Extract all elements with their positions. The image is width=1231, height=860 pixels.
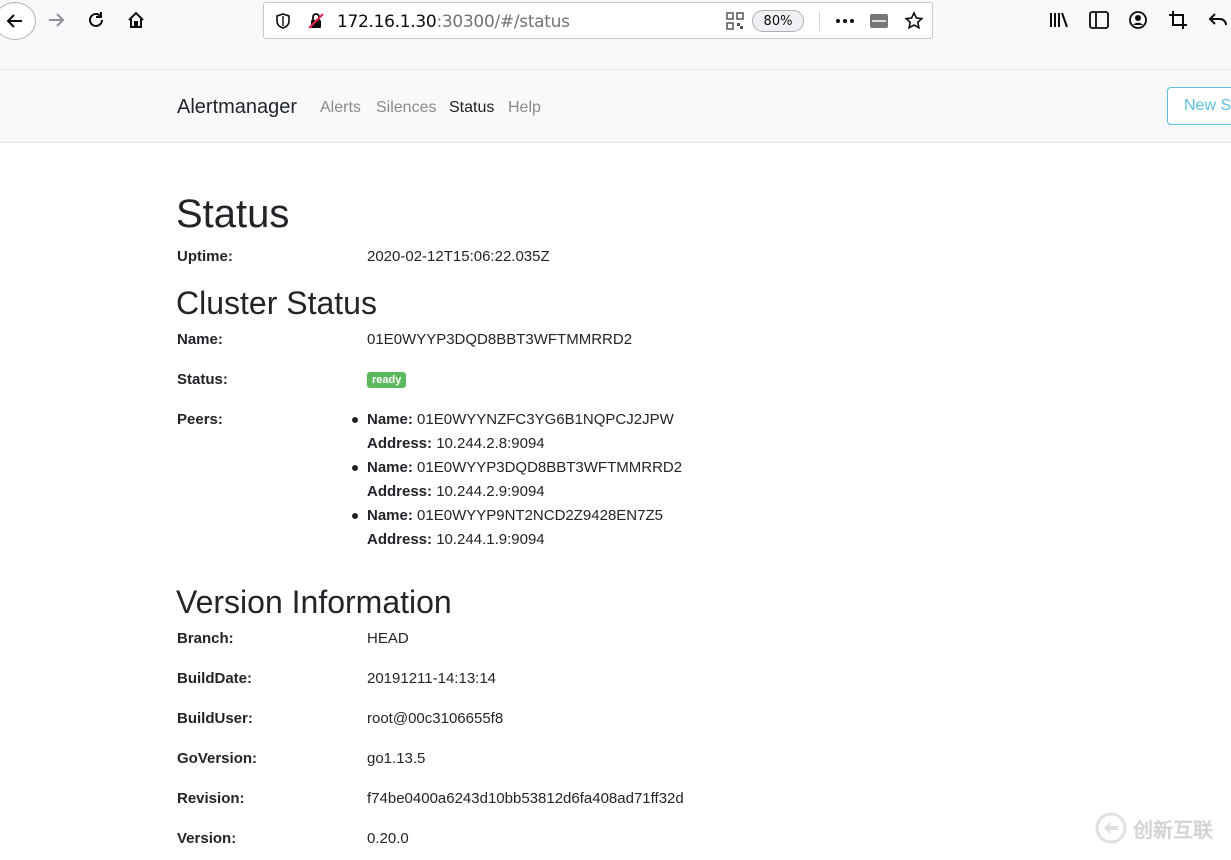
- peer-address: Address: 10.244.2.9:9094: [367, 483, 545, 500]
- peer-address-label: Address:: [367, 435, 433, 452]
- go-version-value: go1.13.5: [367, 750, 426, 767]
- peers-label: Peers:: [177, 411, 223, 428]
- nav-help[interactable]: Help: [508, 99, 541, 117]
- peer-name: Name: 01E0WYYP3DQD8BBT3WFTMMRRD2: [367, 459, 682, 476]
- peer-name: Name: 01E0WYYNZFC3YG6B1NQPCJ2JPW: [367, 411, 674, 428]
- peer-address: Address: 10.244.1.9:9094: [367, 531, 545, 548]
- watermark-text: 创新互联: [1133, 819, 1213, 842]
- home-icon: [128, 11, 144, 28]
- peer-address-value: 10.244.2.8:9094: [436, 435, 545, 452]
- uptime-label: Uptime:: [177, 248, 233, 265]
- build-user-label: BuildUser:: [177, 710, 253, 727]
- library-icon[interactable]: [1048, 10, 1070, 30]
- build-date-value: 20191211-14:13:14: [367, 670, 497, 687]
- peer-name-value: 01E0WYYNZFC3YG6B1NQPCJ2JPW: [417, 411, 674, 428]
- url-host: 172.16.1.30: [337, 12, 437, 32]
- cluster-status-heading: Cluster Status: [176, 285, 377, 321]
- cluster-name-value: 01E0WYYP3DQD8BBT3WFTMMRRD2: [367, 331, 633, 348]
- list-bullet: [352, 513, 358, 519]
- peer-name: Name: 01E0WYYP9NT2NCD2Z9428EN7Z5: [367, 507, 663, 524]
- account-icon[interactable]: [1128, 10, 1148, 30]
- uptime-value: 2020-02-12T15:06:22.035Z: [367, 248, 550, 265]
- undo-icon[interactable]: [1208, 10, 1228, 30]
- page-title: Status: [176, 192, 290, 236]
- reload-icon: [89, 12, 103, 27]
- cluster-name-label: Name:: [177, 331, 223, 348]
- list-bullet: [352, 465, 358, 471]
- branch-label: Branch:: [177, 630, 234, 647]
- forward-arrow-icon: [49, 13, 65, 27]
- back-button[interactable]: [0, 2, 36, 40]
- peer-name-value: 01E0WYYP9NT2NCD2Z9428EN7Z5: [417, 507, 663, 524]
- more-actions-icon[interactable]: [834, 13, 856, 29]
- shield-icon: [276, 13, 290, 29]
- status-badge: ready: [367, 372, 407, 388]
- peer-name-label: Name:: [367, 411, 413, 428]
- insecure-lock-icon: [308, 13, 324, 29]
- nav-status[interactable]: Status: [449, 99, 494, 117]
- qr-code-icon[interactable]: [726, 12, 744, 30]
- home-button[interactable]: [122, 6, 150, 34]
- list-bullet: [352, 417, 358, 423]
- app-navbar: Alertmanager Alerts Silences Status Help…: [0, 70, 1231, 143]
- revision-value: f74be0400a6243d10bb53812d6fa408ad71ff32d: [367, 790, 684, 807]
- peer-address-label: Address:: [367, 483, 433, 500]
- url-path: :30300/#/status: [436, 12, 570, 32]
- zoom-level-badge[interactable]: 80%: [752, 10, 804, 32]
- reload-button[interactable]: [82, 6, 110, 34]
- browser-toolbar-spacer: [0, 42, 1231, 70]
- version-label: Version:: [177, 830, 237, 847]
- url-text: 172.16.1.30:30300/#/status: [337, 12, 570, 32]
- go-version-label: GoVersion:: [177, 750, 258, 767]
- peer-name-label: Name:: [367, 459, 413, 476]
- revision-label: Revision:: [177, 790, 245, 807]
- peer-address-value: 10.244.2.9:9094: [436, 483, 545, 500]
- watermark-logo-icon: [1095, 812, 1127, 844]
- version-value: 0.20.0: [367, 830, 409, 847]
- version-info-heading: Version Information: [176, 584, 452, 620]
- peer-address-label: Address:: [367, 531, 433, 548]
- pocket-icon[interactable]: [868, 11, 890, 31]
- back-arrow-icon: [6, 14, 22, 28]
- url-divider: [819, 11, 820, 31]
- new-silence-button[interactable]: New Silence: [1167, 87, 1231, 125]
- branch-value: HEAD: [367, 630, 409, 647]
- nav-silences[interactable]: Silences: [376, 99, 436, 117]
- build-date-label: BuildDate:: [177, 670, 252, 687]
- build-user-value: root@00c3106655f8: [367, 710, 504, 727]
- brand-link[interactable]: Alertmanager: [177, 96, 297, 119]
- screenshot-crop-icon[interactable]: [1168, 10, 1188, 30]
- sidebar-icon[interactable]: [1088, 10, 1110, 30]
- forward-button[interactable]: [42, 6, 70, 34]
- browser-toolbar: 172.16.1.30:30300/#/status 80%: [0, 0, 1231, 42]
- peer-name-value: 01E0WYYP3DQD8BBT3WFTMMRRD2: [417, 459, 683, 476]
- peer-address-value: 10.244.1.9:9094: [436, 531, 545, 548]
- nav-alerts[interactable]: Alerts: [320, 99, 361, 117]
- watermark: 创新互联: [1095, 812, 1213, 844]
- url-bar[interactable]: 172.16.1.30:30300/#/status 80%: [263, 2, 933, 39]
- bookmark-star-icon[interactable]: [904, 11, 924, 31]
- cluster-status-label: Status:: [177, 371, 228, 388]
- peer-address: Address: 10.244.2.8:9094: [367, 435, 545, 452]
- peer-name-label: Name:: [367, 507, 413, 524]
